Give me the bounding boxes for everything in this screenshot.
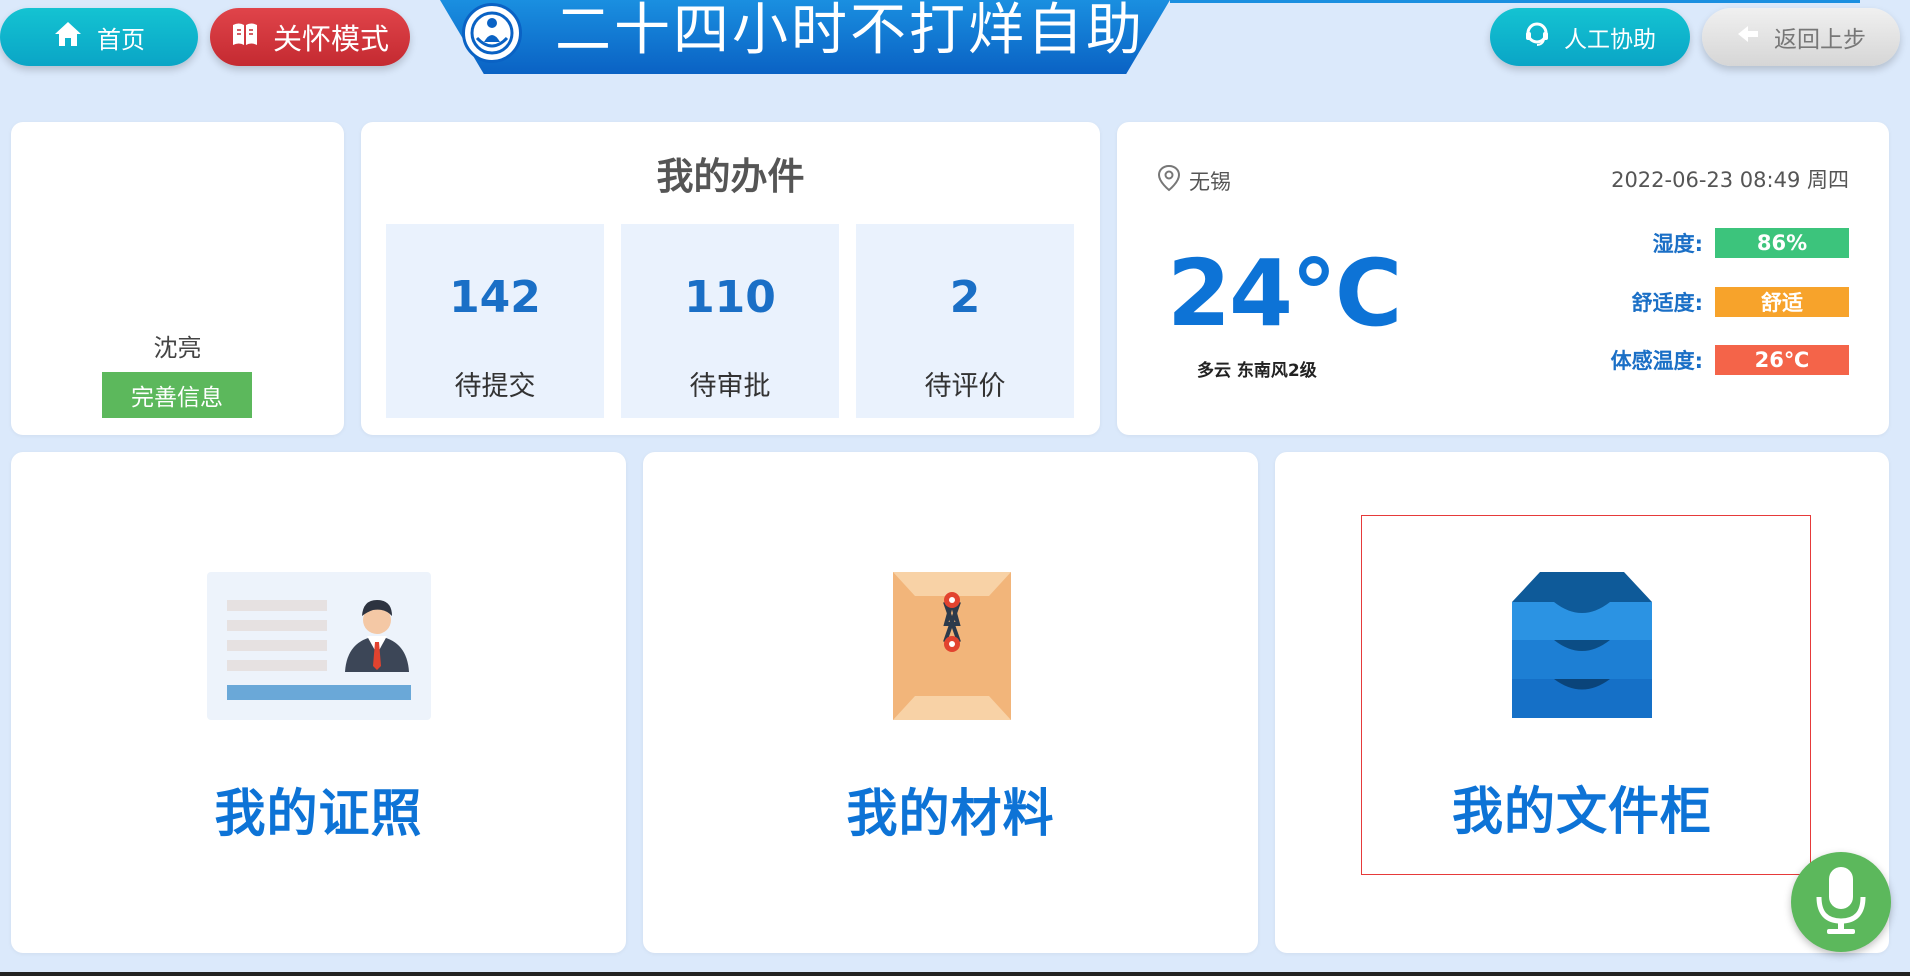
location-pin-icon bbox=[1157, 164, 1181, 197]
tile-label: 我的材料 bbox=[846, 785, 1055, 844]
complete-info-button[interactable]: 完善信息 bbox=[102, 372, 252, 418]
manual-help-button[interactable]: 人工协助 bbox=[1490, 8, 1690, 66]
task-count: 142 bbox=[449, 272, 541, 323]
headset-icon bbox=[1524, 21, 1550, 53]
service-logo-icon bbox=[462, 3, 522, 63]
task-count: 2 bbox=[949, 272, 981, 323]
location: 无锡 bbox=[1157, 164, 1231, 197]
home-icon bbox=[53, 20, 83, 54]
comfort-value: 舒适 bbox=[1715, 287, 1849, 317]
tile-my-materials[interactable]: 我的材料 bbox=[643, 452, 1258, 953]
book-icon bbox=[231, 20, 259, 54]
humidity-label: 湿度: bbox=[1652, 232, 1703, 256]
bottom-edge bbox=[0, 972, 1910, 976]
humidity-value: 86% bbox=[1715, 228, 1849, 258]
feels-like-row: 体感温度: 26℃ bbox=[1611, 345, 1849, 375]
id-card-icon bbox=[207, 572, 431, 724]
feels-like-label: 体感温度: bbox=[1610, 349, 1703, 373]
home-label: 首页 bbox=[97, 25, 145, 54]
user-card: 沈亮 完善信息 bbox=[11, 122, 344, 435]
manual-help-label: 人工协助 bbox=[1564, 27, 1656, 53]
back-button[interactable]: 返回上步 bbox=[1702, 8, 1900, 66]
feels-like-value: 26℃ bbox=[1715, 345, 1849, 375]
microphone-icon bbox=[1815, 865, 1867, 939]
document-envelope-icon bbox=[893, 572, 1011, 724]
date-time: 2022-06-23 08:49 周四 bbox=[1611, 168, 1849, 192]
care-mode-label: 关怀模式 bbox=[272, 22, 389, 56]
task-label: 待评价 bbox=[924, 371, 1006, 402]
voice-input-button[interactable] bbox=[1791, 852, 1891, 952]
task-label: 待审批 bbox=[689, 371, 771, 402]
tile-label: 我的证照 bbox=[214, 785, 423, 844]
back-label: 返回上步 bbox=[1774, 27, 1866, 53]
my-tasks-card: 我的办件 142 待提交 110 待审批 2 待评价 bbox=[361, 122, 1100, 435]
task-pending-approval[interactable]: 110 待审批 bbox=[621, 224, 839, 418]
humidity-row: 湿度: 86% bbox=[1653, 228, 1849, 258]
home-button[interactable]: 首页 bbox=[0, 8, 198, 66]
task-pending-submit[interactable]: 142 待提交 bbox=[386, 224, 604, 418]
header-accent-line bbox=[1170, 0, 1860, 3]
task-count: 110 bbox=[684, 272, 776, 323]
task-pending-review[interactable]: 2 待评价 bbox=[856, 224, 1074, 418]
current-temperature: 24℃ bbox=[1167, 240, 1402, 347]
user-name: 沈亮 bbox=[153, 334, 202, 362]
page-title: 二十四小时不打烊自助 bbox=[555, 0, 1145, 63]
my-tasks-title: 我的办件 bbox=[656, 155, 805, 198]
comfort-label: 舒适度: bbox=[1631, 291, 1703, 315]
task-label: 待提交 bbox=[454, 371, 536, 402]
location-name: 无锡 bbox=[1189, 169, 1231, 194]
care-mode-button[interactable]: 关怀模式 bbox=[210, 8, 410, 66]
comfort-row: 舒适度: 舒适 bbox=[1632, 287, 1849, 317]
tile-my-certificates[interactable]: 我的证照 bbox=[11, 452, 626, 953]
weather-card: 无锡 2022-06-23 08:49 周四 24℃ 多云 东南风2级 湿度: … bbox=[1117, 122, 1889, 435]
weather-description: 多云 东南风2级 bbox=[1197, 361, 1317, 381]
back-arrow-icon bbox=[1736, 24, 1760, 50]
selection-highlight bbox=[1361, 515, 1811, 875]
